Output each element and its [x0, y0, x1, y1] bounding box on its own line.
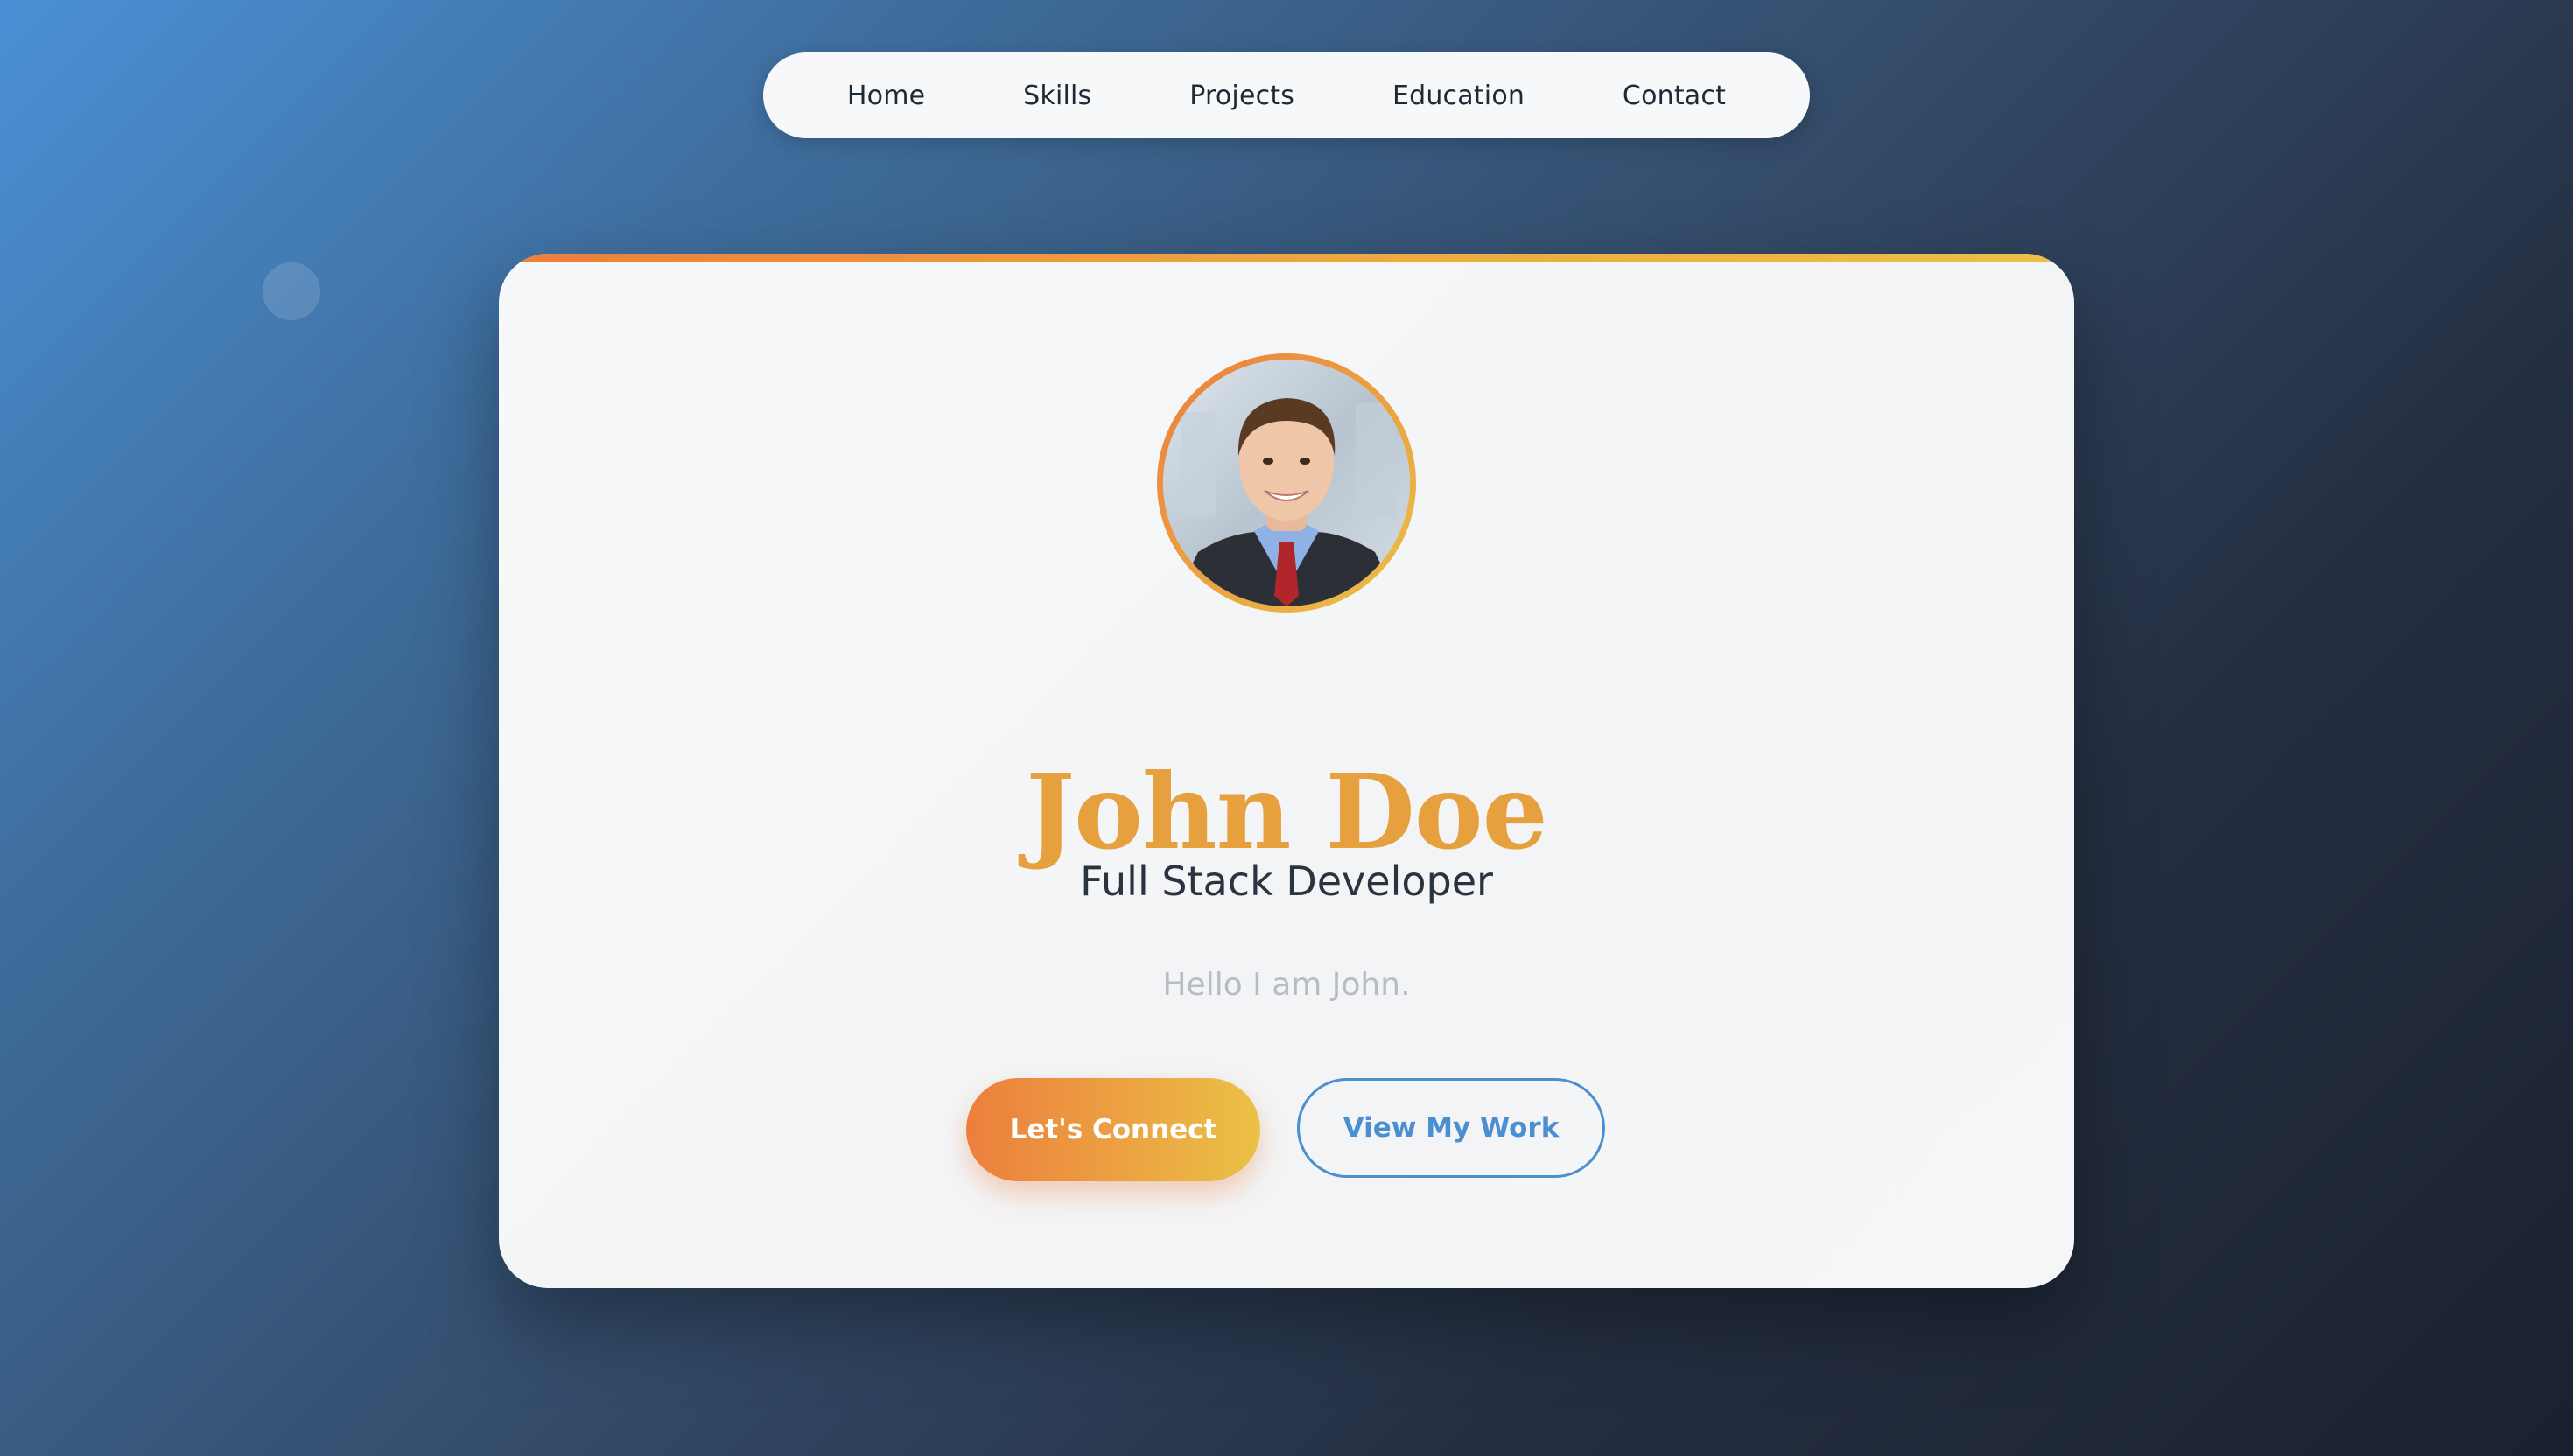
profile-card: John Doe Full Stack Developer Hello I am… [499, 254, 2074, 1288]
profile-photo-icon [1163, 360, 1410, 606]
nav-item-contact[interactable]: Contact [1623, 80, 1726, 111]
nav-item-education[interactable]: Education [1392, 80, 1525, 111]
card-accent-bar [499, 254, 2074, 262]
top-navigation: Home Skills Projects Education Contact [763, 52, 1810, 138]
nav-item-projects[interactable]: Projects [1189, 80, 1294, 111]
lets-connect-button[interactable]: Let's Connect [966, 1078, 1260, 1181]
decorative-bubble [263, 262, 320, 320]
avatar [1163, 360, 1410, 606]
nav-item-home[interactable]: Home [847, 80, 925, 111]
view-my-work-button[interactable]: View My Work [1297, 1078, 1605, 1178]
profile-bio: Hello I am John. [1162, 967, 1411, 1003]
avatar-ring [1157, 354, 1416, 612]
profile-name: John Doe [1026, 751, 1547, 873]
profile-role: Full Stack Developer [1080, 858, 1493, 905]
nav-item-skills[interactable]: Skills [1023, 80, 1091, 111]
